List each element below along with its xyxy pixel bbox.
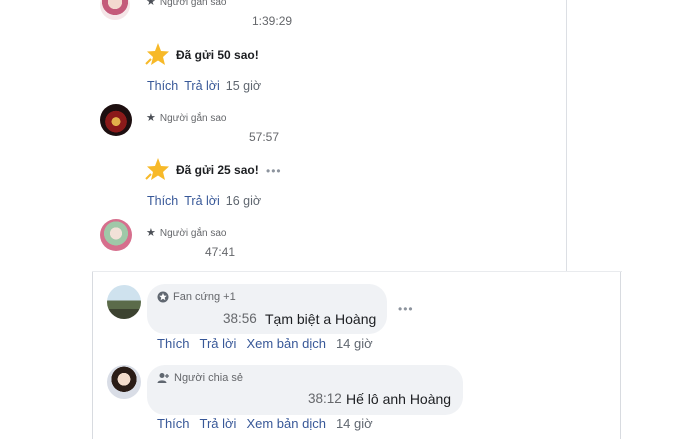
comment-text: Hế lô anh Hoàng — [346, 391, 452, 407]
translate-link[interactable]: Xem bản dịch — [246, 336, 326, 351]
comment-bubble: Fan cứng +1 38:56 Tạm biệt a Hoàng — [147, 284, 387, 334]
star-badge-icon: ★ — [146, 227, 156, 239]
stars-sent-message: Đã gửi 25 sao! — [144, 157, 259, 183]
panel-divider — [620, 272, 621, 439]
video-timestamp[interactable]: 1:39:29 — [252, 14, 292, 28]
fan-badge-icon — [157, 291, 169, 303]
star-icon — [145, 158, 169, 180]
like-link[interactable]: Thích — [157, 416, 190, 431]
share-person-icon — [157, 373, 169, 383]
commenter-badge: Fan cứng +1 — [157, 291, 236, 303]
video-timestamp[interactable]: 57:57 — [249, 130, 279, 144]
avatar[interactable] — [100, 219, 132, 251]
reply-link[interactable]: Trả lời — [200, 336, 237, 351]
comment-actions: Thích Trả lời Xem bản dịch 14 giờ — [157, 416, 373, 431]
comment-age[interactable]: 14 giờ — [336, 416, 373, 431]
star-badge-icon: ★ — [146, 0, 156, 8]
more-options-button[interactable]: ••• — [398, 302, 414, 316]
star-badge-icon: ★ — [146, 112, 156, 124]
commenter-badge: Người chia sẻ — [157, 372, 243, 384]
comment-age[interactable]: 16 giờ — [226, 194, 261, 208]
star-icon — [145, 43, 169, 65]
comment-text: Tạm biệt a Hoàng — [265, 311, 377, 327]
commenter-badge: ★ Người gắn sao — [146, 112, 227, 125]
comment-actions: Thích Trả lời 16 giờ — [147, 194, 261, 208]
translate-link[interactable]: Xem bản dịch — [246, 416, 326, 431]
comment-age[interactable]: 15 giờ — [226, 79, 261, 93]
stars-sent-text: Đã gửi 50 sao! — [176, 48, 259, 62]
video-timestamp[interactable]: 47:41 — [205, 245, 235, 259]
comment-actions: Thích Trả lời 15 giờ — [147, 79, 261, 93]
panel-seam — [92, 271, 622, 272]
like-link[interactable]: Thích — [147, 79, 178, 93]
video-timestamp[interactable]: 38:12 — [308, 391, 342, 406]
commenter-badge: ★ Người gắn sao — [146, 227, 227, 240]
avatar[interactable] — [107, 285, 141, 319]
comment-bubble: Người chia sẻ 38:12 Hế lô anh Hoàng — [147, 365, 463, 415]
avatar[interactable] — [100, 104, 132, 136]
like-link[interactable]: Thích — [147, 194, 178, 208]
more-options-button[interactable]: ••• — [266, 164, 282, 178]
top-screenshot-panel — [0, 0, 568, 272]
reply-link[interactable]: Trả lời — [184, 79, 220, 93]
reply-link[interactable]: Trả lời — [184, 194, 220, 208]
comment-actions: Thích Trả lời Xem bản dịch 14 giờ — [157, 336, 373, 351]
stars-sent-message: Đã gửi 50 sao! — [144, 42, 259, 68]
comment-age[interactable]: 14 giờ — [336, 336, 373, 351]
avatar[interactable] — [107, 365, 141, 399]
video-timestamp[interactable]: 38:56 — [223, 311, 257, 326]
reply-link[interactable]: Trả lời — [200, 416, 237, 431]
stars-sent-text: Đã gửi 25 sao! — [176, 163, 259, 177]
panel-divider — [566, 0, 567, 272]
commenter-badge: ★ Người gắn sao — [146, 0, 227, 8]
panel-divider — [92, 272, 93, 439]
like-link[interactable]: Thích — [157, 336, 190, 351]
